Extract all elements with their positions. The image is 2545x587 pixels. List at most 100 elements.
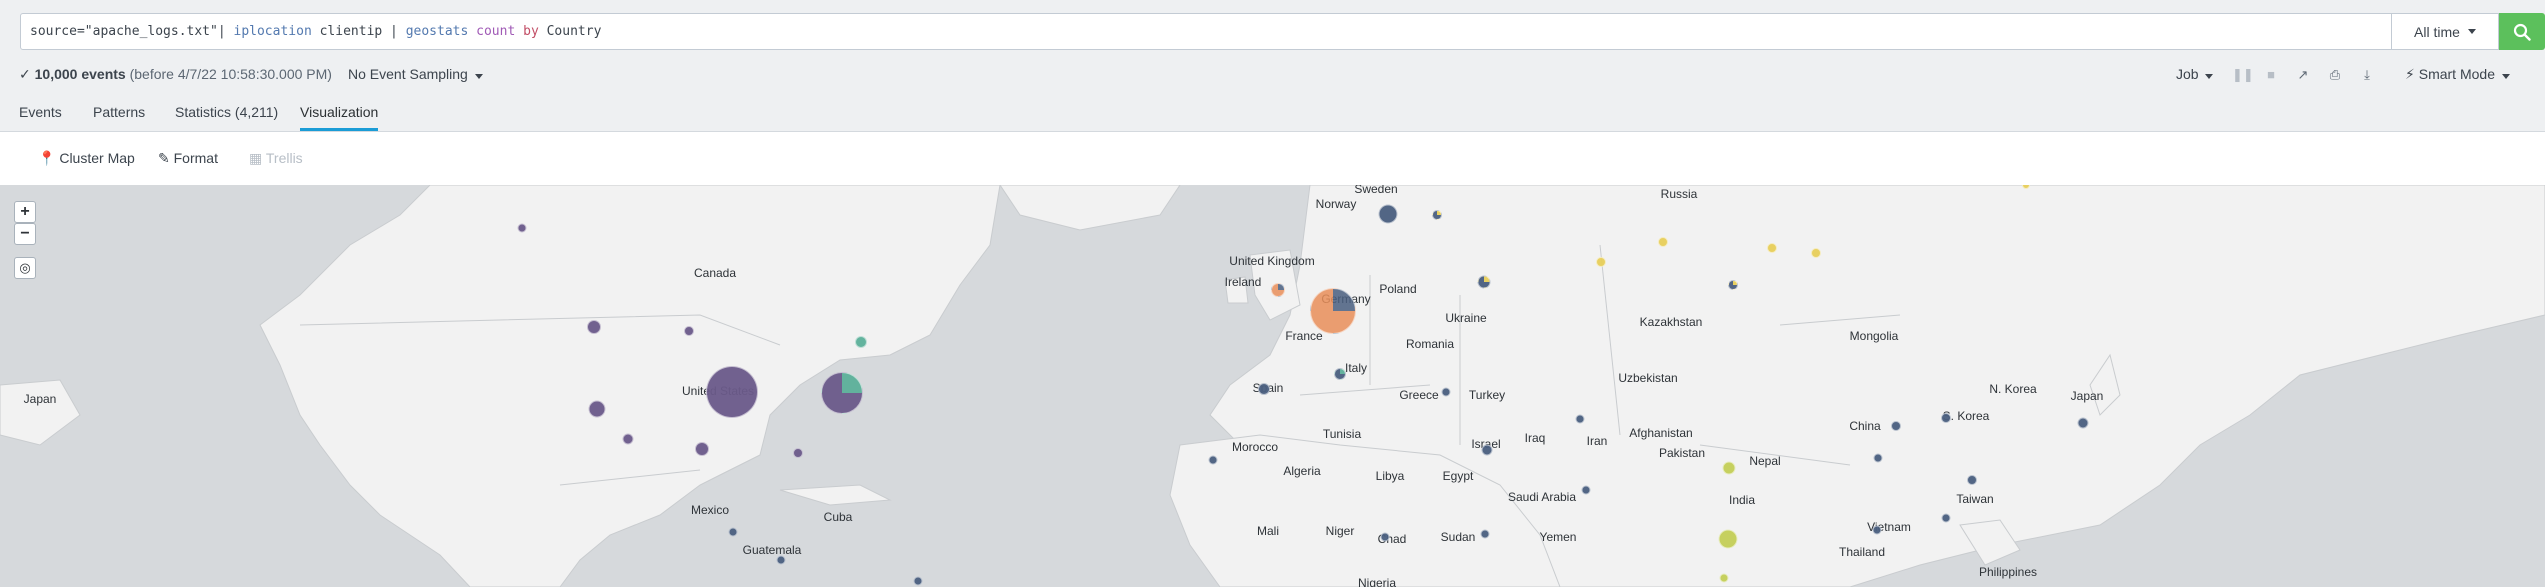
export-icon[interactable]: ⤓ xyxy=(2360,67,2374,83)
cluster-marker[interactable] xyxy=(622,433,634,445)
map-label: Nepal xyxy=(1749,454,1781,468)
map-label: Romania xyxy=(1405,337,1455,351)
job-menu[interactable]: Job xyxy=(2176,66,2214,82)
cluster-marker[interactable] xyxy=(1581,485,1591,495)
locate-icon: ◎ xyxy=(19,260,31,275)
cluster-marker[interactable] xyxy=(587,320,601,334)
zoom-out-button[interactable]: − xyxy=(14,223,36,245)
cluster-marker[interactable] xyxy=(776,555,786,565)
cluster-marker[interactable] xyxy=(913,576,923,586)
cluster-marker[interactable] xyxy=(1719,573,1729,583)
tab-visualization[interactable]: Visualization xyxy=(300,104,379,131)
cluster-marker[interactable] xyxy=(1380,532,1390,542)
cluster-marker[interactable] xyxy=(684,326,694,336)
map-label: Tunisia xyxy=(1322,427,1362,441)
search-mode-label: Smart Mode xyxy=(2418,66,2495,82)
map-label: Kazakhstan xyxy=(1639,315,1703,329)
stop-icon[interactable]: ■ xyxy=(2264,67,2278,83)
job-menu-label: Job xyxy=(2176,66,2199,82)
cluster-marker[interactable] xyxy=(1441,387,1451,397)
map-label: Libya xyxy=(1375,469,1405,483)
print-icon[interactable]: ⎙ xyxy=(2328,67,2342,83)
event-sampling-dropdown[interactable]: No Event Sampling xyxy=(348,66,483,82)
cluster-marker[interactable] xyxy=(1873,453,1883,463)
search-button[interactable] xyxy=(2499,13,2545,50)
cluster-marker[interactable] xyxy=(1258,383,1270,395)
cluster-marker[interactable] xyxy=(1891,421,1901,431)
pause-icon[interactable]: ❚❚ xyxy=(2232,67,2254,83)
map-label: Turkey xyxy=(1468,388,1506,402)
visualization-toolbar: 📍 Cluster Map ✎ Format ▦ Trellis xyxy=(0,133,2545,185)
query-token: by xyxy=(523,24,539,39)
cluster-marker[interactable] xyxy=(2077,417,2089,429)
zoom-in-button[interactable]: + xyxy=(14,201,36,223)
share-icon[interactable]: ↗ xyxy=(2296,67,2310,83)
tab-events[interactable]: Events xyxy=(19,104,62,128)
cluster-marker[interactable] xyxy=(1480,529,1490,539)
cluster-marker[interactable] xyxy=(1575,414,1585,424)
map-label: N. Korea xyxy=(1989,382,2037,396)
cluster-marker[interactable] xyxy=(1477,275,1491,289)
cluster-marker[interactable] xyxy=(706,366,758,418)
search-input[interactable]: source="apache_logs.txt"| iplocation cli… xyxy=(20,13,2392,50)
pencil-icon: ✎ xyxy=(158,150,170,166)
search-query-text[interactable]: source="apache_logs.txt"| iplocation cli… xyxy=(30,24,601,39)
cluster-marker[interactable] xyxy=(1334,368,1346,380)
tab-patterns[interactable]: Patterns xyxy=(93,104,145,128)
map-label: Saudi Arabia xyxy=(1507,490,1577,504)
cluster-marker[interactable] xyxy=(1718,529,1738,549)
cluster-map-button[interactable]: 📍 Cluster Map xyxy=(38,150,135,167)
map-label: Norway xyxy=(1315,197,1357,211)
map-label: Iran xyxy=(1586,434,1608,448)
map-label: Ireland xyxy=(1224,275,1262,289)
cluster-marker[interactable] xyxy=(588,400,606,418)
cluster-map[interactable]: Sweden Norway Russia Canada United Kingdom Ir… xyxy=(0,185,2545,587)
format-button[interactable]: ✎ Format xyxy=(158,150,218,167)
cluster-marker[interactable] xyxy=(1310,288,1356,334)
event-count: ✓ 10,000 events (before 4/7/22 10:58:30.… xyxy=(19,66,332,83)
cluster-marker[interactable] xyxy=(1271,283,1285,297)
cluster-marker[interactable] xyxy=(1658,237,1668,247)
map-label: Afghanistan xyxy=(1629,426,1693,440)
cluster-marker[interactable] xyxy=(695,442,709,456)
search-mode-dropdown[interactable]: ⚡ Smart Mode xyxy=(2405,66,2510,83)
chevron-down-icon xyxy=(474,74,483,79)
map-label: Thailand xyxy=(1838,545,1886,559)
cluster-marker[interactable] xyxy=(1967,475,1977,485)
cluster-marker[interactable] xyxy=(855,336,867,348)
chevron-down-icon xyxy=(2467,29,2476,34)
cluster-marker[interactable] xyxy=(1941,513,1951,523)
cluster-marker[interactable] xyxy=(517,223,527,233)
job-controls: ❚❚ ■ ↗ ⎙ ⤓ xyxy=(2232,67,2374,83)
cluster-marker[interactable] xyxy=(1941,413,1951,423)
reset-view-button[interactable]: ◎ xyxy=(14,257,36,279)
map-label: United Kingdom xyxy=(1229,254,1315,268)
cluster-marker[interactable] xyxy=(1432,210,1442,220)
cluster-marker[interactable] xyxy=(1767,243,1777,253)
cluster-marker[interactable] xyxy=(821,372,863,414)
cluster-marker[interactable] xyxy=(1596,257,1606,267)
cluster-marker[interactable] xyxy=(1481,444,1493,456)
query-token xyxy=(468,24,476,39)
cluster-marker[interactable] xyxy=(1872,525,1882,535)
cluster-marker[interactable] xyxy=(1722,461,1736,475)
map-label: Canada xyxy=(693,266,737,280)
time-range-label: All time xyxy=(2414,23,2460,40)
tab-statistics[interactable]: Statistics (4,211) xyxy=(175,104,278,128)
map-label: Iraq xyxy=(1524,431,1546,445)
map-label: Pakistan xyxy=(1658,446,1706,460)
query-token: count xyxy=(476,24,516,39)
query-token: iplocation xyxy=(233,24,312,39)
lightning-icon: ⚡ xyxy=(2405,66,2415,82)
cluster-marker[interactable] xyxy=(728,527,738,537)
cluster-marker[interactable] xyxy=(1811,248,1821,258)
cluster-marker[interactable] xyxy=(1208,455,1218,465)
cluster-marker[interactable] xyxy=(1728,280,1738,290)
time-range-picker[interactable]: All time xyxy=(2391,13,2499,50)
job-status-row: ✓ 10,000 events (before 4/7/22 10:58:30.… xyxy=(0,62,2545,92)
query-token: clientip | xyxy=(311,24,406,39)
cluster-marker[interactable] xyxy=(793,448,803,458)
trellis-label: Trellis xyxy=(265,150,303,166)
map-label: Nigeria xyxy=(1357,576,1397,587)
cluster-marker[interactable] xyxy=(1378,204,1398,224)
